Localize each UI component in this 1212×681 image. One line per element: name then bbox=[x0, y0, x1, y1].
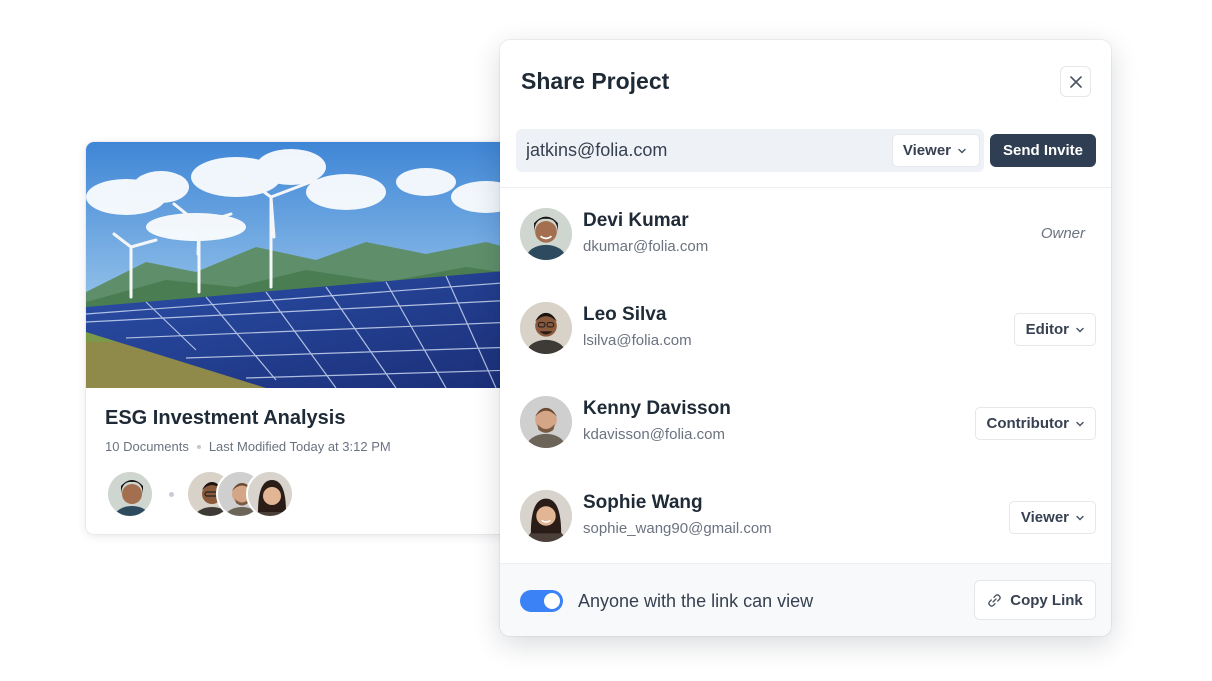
link-sharing-label: Anyone with the link can view bbox=[578, 591, 814, 611]
avatar bbox=[520, 396, 572, 448]
collaborator-avatars bbox=[106, 470, 406, 518]
invite-role-select[interactable]: Viewer bbox=[891, 134, 980, 167]
project-meta: 10 Documents Last Modified Today at 3:12… bbox=[105, 439, 391, 454]
link-sharing-toggle[interactable] bbox=[520, 590, 563, 612]
member-role-select[interactable]: Editor bbox=[1013, 313, 1096, 346]
close-icon bbox=[1069, 75, 1082, 88]
member-email: sophie_wang90@gmail.com bbox=[583, 520, 772, 537]
toggle-knob bbox=[544, 593, 560, 609]
member-role-label: Contributor bbox=[986, 415, 1069, 432]
member-row: Kenny Davisson kdavisson@folia.com Contr… bbox=[520, 396, 1096, 452]
invite-email-input[interactable] bbox=[526, 129, 886, 172]
meta-separator bbox=[196, 444, 201, 449]
avatar-separator bbox=[169, 492, 174, 497]
project-cover-image bbox=[86, 142, 516, 388]
link-icon bbox=[988, 593, 1002, 607]
avatar bbox=[520, 490, 572, 542]
dialog-footer: Anyone with the link can view Copy Link bbox=[500, 563, 1111, 636]
invite-role-label: Viewer bbox=[902, 142, 951, 159]
share-project-dialog: Share Project Viewer Send Invite Devi Ku… bbox=[500, 40, 1111, 636]
document-count: 10 Documents bbox=[105, 439, 189, 454]
chevron-down-icon bbox=[958, 148, 966, 154]
member-name: Devi Kumar bbox=[583, 210, 689, 231]
member-name: Leo Silva bbox=[583, 304, 667, 325]
avatar bbox=[520, 302, 572, 354]
chevron-down-icon bbox=[1076, 327, 1084, 333]
member-email: kdavisson@folia.com bbox=[583, 426, 725, 443]
close-button[interactable] bbox=[1060, 66, 1091, 97]
chevron-down-icon bbox=[1076, 421, 1084, 427]
member-name: Kenny Davisson bbox=[583, 398, 731, 419]
dialog-title: Share Project bbox=[521, 68, 670, 94]
member-row: Leo Silva lsilva@folia.com Editor bbox=[520, 302, 1096, 358]
member-name: Sophie Wang bbox=[583, 492, 703, 513]
member-row: Sophie Wang sophie_wang90@gmail.com View… bbox=[520, 490, 1096, 546]
send-invite-button[interactable]: Send Invite bbox=[990, 134, 1096, 167]
project-title: ESG Investment Analysis bbox=[105, 407, 346, 429]
divider bbox=[500, 187, 1111, 188]
member-role-select[interactable]: Viewer bbox=[1008, 501, 1096, 534]
chevron-down-icon bbox=[1076, 515, 1084, 521]
invite-row: Viewer bbox=[516, 129, 984, 172]
member-email: dkumar@folia.com bbox=[583, 238, 709, 255]
member-role-label: Viewer bbox=[1020, 509, 1069, 526]
member-role-select[interactable]: Contributor bbox=[974, 407, 1096, 440]
avatar bbox=[106, 470, 154, 518]
member-role-label: Editor bbox=[1025, 321, 1069, 338]
copy-link-label: Copy Link bbox=[1010, 591, 1083, 609]
member-email: lsilva@folia.com bbox=[583, 332, 692, 349]
project-card[interactable]: ESG Investment Analysis 10 Documents Las… bbox=[86, 142, 516, 534]
member-row: Devi Kumar dkumar@folia.com Owner bbox=[520, 208, 1096, 264]
avatar bbox=[246, 470, 294, 518]
avatar bbox=[520, 208, 572, 260]
last-modified: Last Modified Today at 3:12 PM bbox=[208, 439, 391, 454]
owner-label: Owner bbox=[1040, 225, 1085, 242]
copy-link-button[interactable]: Copy Link bbox=[974, 580, 1096, 620]
